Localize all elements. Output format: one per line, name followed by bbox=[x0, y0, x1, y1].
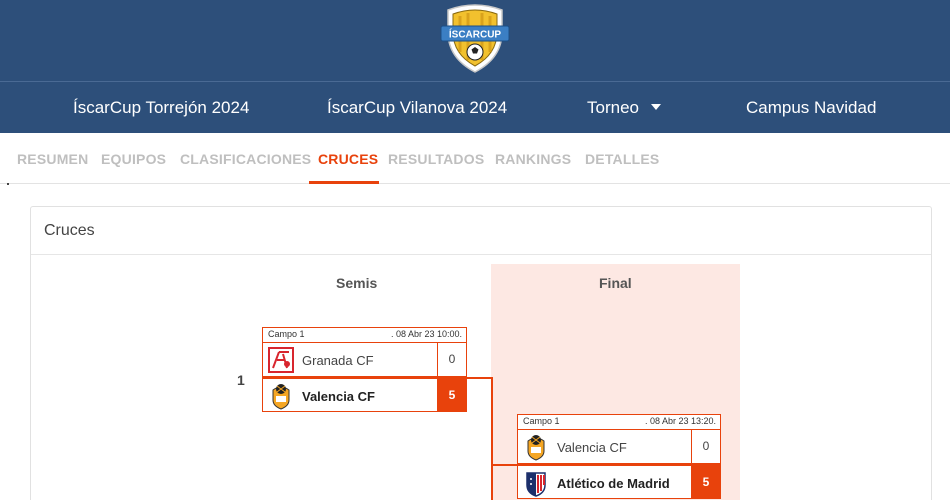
valencia-crest-icon bbox=[527, 435, 545, 461]
round-label-semis: Semis bbox=[336, 275, 378, 291]
active-tab-indicator bbox=[309, 181, 379, 184]
panel-divider bbox=[31, 254, 931, 255]
nav-item-vilanova[interactable]: ÍscarCup Vilanova 2024 bbox=[327, 98, 507, 118]
match-field: Campo 1 bbox=[268, 329, 305, 339]
team-name: Valencia CF bbox=[557, 440, 627, 455]
match-header: Campo 1 . 08 Abr 23 13:20. bbox=[517, 414, 721, 429]
tab-rankings[interactable]: RANKINGS bbox=[495, 151, 571, 167]
main-nav: ÍscarCup Torrejón 2024 ÍscarCup Vilanova… bbox=[0, 82, 950, 133]
tab-equipos[interactable]: EQUIPOS bbox=[101, 151, 166, 167]
granada-crest-icon bbox=[268, 347, 294, 373]
match-team-row-winner[interactable]: Valencia CF 5 bbox=[262, 377, 467, 412]
match-header: Campo 1 . 08 Abr 23 10:00. bbox=[262, 327, 467, 342]
match-team-row[interactable]: Valencia CF 0 bbox=[517, 429, 721, 464]
valencia-crest-icon bbox=[272, 384, 290, 410]
tab-detalles[interactable]: DETALLES bbox=[585, 151, 659, 167]
match-team-row-winner[interactable]: Atlético de Madrid 5 bbox=[517, 464, 721, 499]
chevron-down-icon bbox=[650, 104, 661, 110]
nav-item-torneo-dropdown[interactable]: Torneo bbox=[587, 98, 661, 118]
nav-item-torneo-label: Torneo bbox=[587, 98, 639, 117]
team-name: Granada CF bbox=[302, 353, 374, 368]
match-team-row[interactable]: Granada CF 0 bbox=[262, 342, 467, 377]
bracket-connector bbox=[491, 377, 493, 500]
final-match-card[interactable]: Campo 1 . 08 Abr 23 13:20. Valencia CF 0… bbox=[517, 414, 721, 499]
team-score: 5 bbox=[437, 379, 466, 411]
site-header: ÍSCARCUP ÍscarCup Torrejón 2024 ÍscarCup… bbox=[0, 0, 950, 133]
match-number: 1 bbox=[237, 372, 245, 388]
tab-clasificaciones[interactable]: CLASIFICACIONES bbox=[180, 151, 311, 167]
match-date: . 08 Abr 23 13:20. bbox=[644, 416, 716, 426]
round-label-final: Final bbox=[599, 275, 632, 291]
nav-item-campus-navidad[interactable]: Campus Navidad bbox=[746, 98, 876, 118]
bracket-connector bbox=[467, 377, 493, 379]
tab-cruces[interactable]: CRUCES bbox=[318, 151, 378, 167]
tab-resumen[interactable]: RESUMEN bbox=[17, 151, 88, 167]
team-name: Valencia CF bbox=[302, 389, 375, 404]
team-score: 5 bbox=[691, 466, 720, 498]
tournament-tabs: RESUMEN EQUIPOS CLASIFICACIONES CRUCES R… bbox=[0, 133, 950, 184]
bracket-connector bbox=[491, 464, 517, 466]
logo-wordmark: ÍSCARCUP bbox=[449, 28, 502, 41]
match-field: Campo 1 bbox=[523, 416, 560, 426]
semi-match-card[interactable]: Campo 1 . 08 Abr 23 10:00. Granada CF 0 … bbox=[262, 327, 467, 412]
nav-item-torrejon[interactable]: ÍscarCup Torrejón 2024 bbox=[73, 98, 249, 118]
tab-resultados[interactable]: RESULTADOS bbox=[388, 151, 484, 167]
match-date: . 08 Abr 23 10:00. bbox=[390, 329, 462, 339]
cruces-panel: Cruces bbox=[30, 206, 932, 500]
decorative-dot bbox=[7, 183, 9, 185]
team-score: 0 bbox=[437, 343, 466, 376]
iscarcup-logo[interactable]: ÍSCARCUP bbox=[438, 2, 512, 74]
atletico-crest-icon bbox=[526, 472, 546, 497]
panel-title: Cruces bbox=[44, 222, 95, 239]
team-score: 0 bbox=[691, 430, 720, 463]
team-name: Atlético de Madrid bbox=[557, 476, 670, 491]
